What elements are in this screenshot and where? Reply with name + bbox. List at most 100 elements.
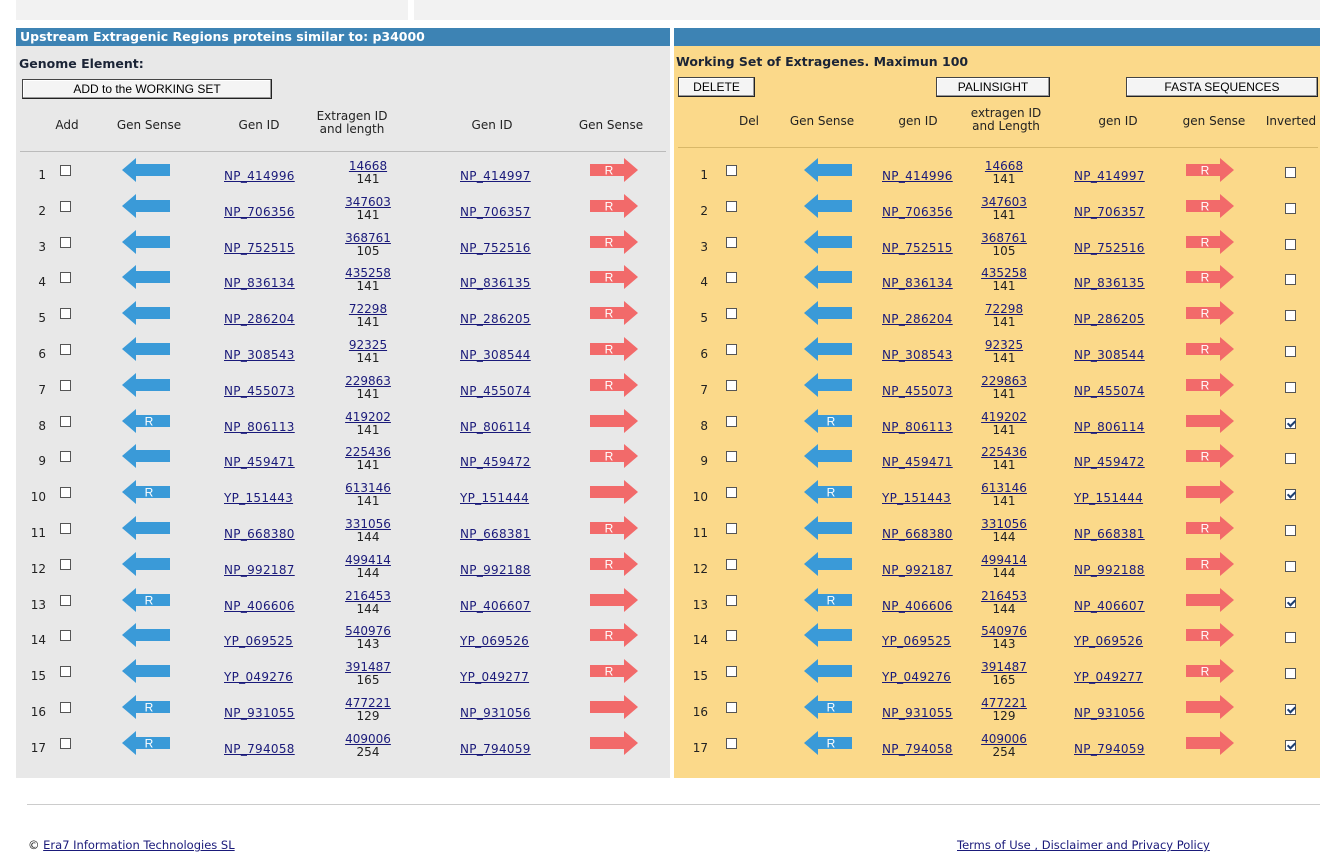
gen-id-link[interactable]: YP_069525 [882,634,951,648]
gen-id-link[interactable]: YP_049276 [224,670,293,684]
gen-id-link[interactable]: NP_794058 [224,742,295,756]
extragen-id-link[interactable]: 216453 [338,590,398,602]
gen-id-link[interactable]: NP_752515 [882,241,953,255]
delete-checkbox[interactable] [726,236,737,248]
extragen-id-link[interactable]: 477221 [974,697,1034,709]
extragen-id-link[interactable]: 331056 [338,518,398,530]
delete-checkbox[interactable] [726,487,737,499]
inverted-checkbox[interactable] [1285,417,1296,429]
inverted-checkbox[interactable] [1285,668,1296,680]
gen-id-link[interactable]: NP_455073 [224,384,295,398]
extragen-id-link[interactable]: 72298 [338,303,398,315]
extragen-id-link[interactable]: 225436 [974,446,1034,458]
gen-id-link-2[interactable]: YP_151444 [460,491,529,505]
inverted-checkbox[interactable] [1285,560,1296,572]
gen-id-link-2[interactable]: YP_151444 [1074,491,1143,505]
extragen-id-link[interactable]: 499414 [974,554,1034,566]
extragen-id-link[interactable]: 409006 [338,733,398,745]
gen-id-link-2[interactable]: NP_931056 [460,706,531,720]
add-checkbox[interactable] [60,415,71,427]
gen-id-link-2[interactable]: NP_668381 [460,527,531,541]
inverted-checkbox[interactable] [1285,632,1296,644]
gen-id-link-2[interactable]: NP_752516 [1074,241,1145,255]
inverted-checkbox[interactable] [1285,238,1296,250]
gen-id-link-2[interactable]: NP_706357 [460,205,531,219]
extragen-id-link[interactable]: 331056 [974,518,1034,530]
add-checkbox[interactable] [60,165,71,176]
gen-id-link-2[interactable]: NP_414997 [460,169,531,183]
inverted-checkbox[interactable] [1285,704,1296,715]
add-checkbox[interactable] [60,594,71,606]
gen-id-link-2[interactable]: NP_286205 [460,312,531,326]
extragen-id-link[interactable]: 613146 [974,482,1034,494]
gen-id-link-2[interactable]: NP_406607 [460,599,531,613]
extragen-id-link[interactable]: 229863 [974,375,1034,387]
extragen-id-link[interactable]: 499414 [338,554,398,566]
gen-id-link[interactable]: NP_414996 [882,169,953,183]
gen-id-link-2[interactable]: NP_806114 [460,420,531,434]
gen-id-link-2[interactable]: NP_706357 [1074,205,1145,219]
extragen-id-link[interactable]: 477221 [338,697,398,709]
gen-id-link-2[interactable]: NP_459472 [460,455,531,469]
fasta-sequences-button[interactable]: FASTA SEQUENCES [1126,77,1318,97]
gen-id-link-2[interactable]: NP_668381 [1074,527,1145,541]
inverted-checkbox[interactable] [1285,167,1296,178]
gen-id-link-2[interactable]: NP_992188 [460,563,531,577]
delete-checkbox[interactable] [726,415,737,427]
gen-id-link-2[interactable]: NP_459472 [1074,455,1145,469]
add-checkbox[interactable] [60,487,71,499]
gen-id-link[interactable]: NP_459471 [224,455,295,469]
delete-checkbox[interactable] [726,200,737,212]
inverted-checkbox[interactable] [1285,453,1296,465]
gen-id-link-2[interactable]: NP_286205 [1074,312,1145,326]
delete-checkbox[interactable] [726,379,737,391]
gen-id-link[interactable]: NP_455073 [882,384,953,398]
delete-checkbox[interactable] [726,165,737,176]
delete-checkbox[interactable] [726,344,737,355]
gen-id-link[interactable]: NP_308543 [224,348,295,362]
extragen-id-link[interactable]: 435258 [338,267,398,279]
gen-id-link-2[interactable]: NP_455074 [460,384,531,398]
gen-id-link-2[interactable]: NP_931056 [1074,706,1145,720]
add-checkbox[interactable] [60,379,71,391]
delete-button[interactable]: DELETE [678,77,755,97]
gen-id-link-2[interactable]: NP_794059 [460,742,531,756]
gen-id-link[interactable]: NP_668380 [882,527,953,541]
gen-id-link-2[interactable]: NP_794059 [1074,742,1145,756]
delete-checkbox[interactable] [726,451,737,463]
gen-id-link[interactable]: YP_049276 [882,670,951,684]
gen-id-link[interactable]: NP_836134 [224,276,295,290]
extragen-id-link[interactable]: 435258 [974,267,1034,279]
gen-id-link[interactable]: NP_286204 [882,312,953,326]
inverted-checkbox[interactable] [1285,739,1296,751]
gen-id-link[interactable]: NP_992187 [882,563,953,577]
extragen-id-link[interactable]: 391487 [338,661,398,673]
delete-checkbox[interactable] [726,630,737,642]
gen-id-link[interactable]: YP_069525 [224,634,293,648]
extragen-id-link[interactable]: 368761 [974,232,1034,244]
extragen-id-link[interactable]: 419202 [338,411,398,423]
gen-id-link[interactable]: NP_414996 [224,169,295,183]
gen-id-link[interactable]: NP_668380 [224,527,295,541]
extragen-id-link[interactable]: 92325 [338,339,398,351]
extragen-id-link[interactable]: 419202 [974,411,1034,423]
add-checkbox[interactable] [60,236,71,248]
gen-id-link[interactable]: NP_706356 [882,205,953,219]
delete-checkbox[interactable] [726,737,737,749]
gen-id-link-2[interactable]: NP_308544 [460,348,531,362]
inverted-checkbox[interactable] [1285,310,1296,322]
extragen-id-link[interactable]: 540976 [338,625,398,637]
extragen-id-link[interactable]: 92325 [974,339,1034,351]
gen-id-link[interactable]: NP_806113 [882,420,953,434]
extragen-id-link[interactable]: 347603 [338,196,398,208]
extragen-id-link[interactable]: 225436 [338,446,398,458]
palinsight-button[interactable]: PALINSIGHT [936,77,1050,97]
add-checkbox[interactable] [60,272,71,284]
extragen-id-link[interactable]: 14668 [974,160,1034,172]
gen-id-link[interactable]: NP_806113 [224,420,295,434]
add-checkbox[interactable] [60,558,71,570]
delete-checkbox[interactable] [726,272,737,284]
add-checkbox[interactable] [60,702,71,713]
gen-id-link-2[interactable]: NP_992188 [1074,563,1145,577]
inverted-checkbox[interactable] [1285,381,1296,393]
